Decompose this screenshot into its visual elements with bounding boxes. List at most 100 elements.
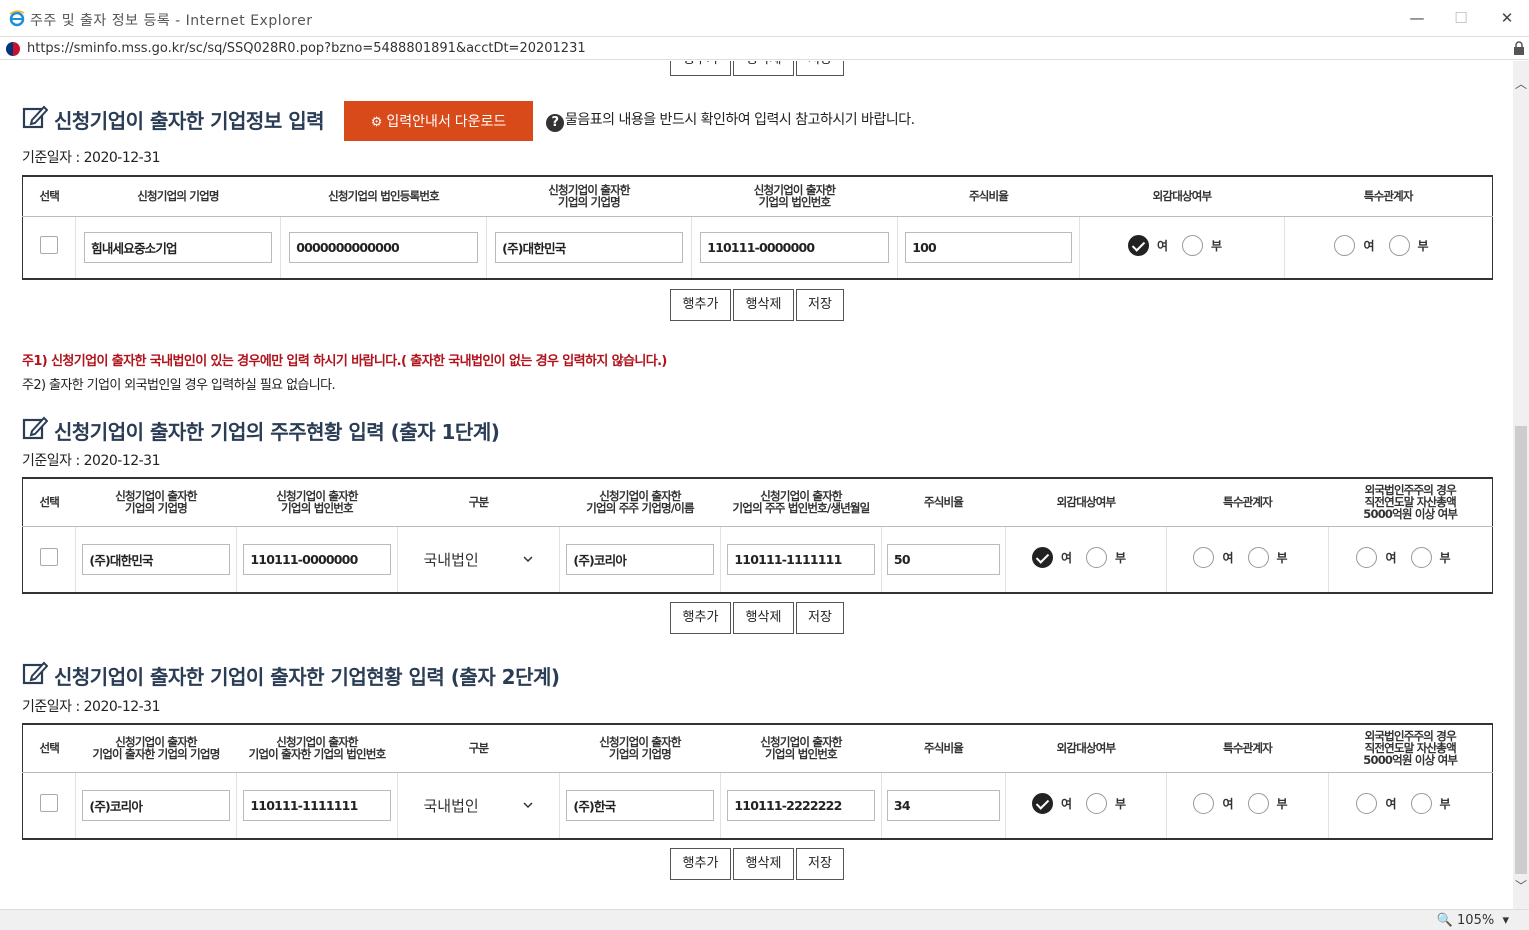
type-select[interactable]: 국내법인 [424,795,534,816]
section3-title: 신청기업이 출자한 기업이 출자한 기업현황 입력 (출자 2단계) [54,665,560,689]
column-header: 구분 [397,724,560,773]
minimize-button[interactable]: — [1402,6,1432,30]
url-text[interactable]: https://sminfo.mss.go.kr/sc/sq/SSQ028R0.… [27,41,586,56]
save-button[interactable]: 저장 [796,848,844,880]
address-bar[interactable]: https://sminfo.mss.go.kr/sc/sq/SSQ028R0.… [0,36,1529,60]
column-header: 신청기업이 출자한 기업의 기업명 [75,478,237,527]
add-row-button[interactable]: 행추가 [670,602,731,634]
row-select-checkbox[interactable] [40,794,58,813]
add-row-button[interactable]: 행추가 [670,289,731,321]
save-button[interactable]: 저장 [796,61,844,76]
column-header: 외감대상여부 [1079,176,1285,217]
lock-icon[interactable] [1513,41,1525,55]
delete-row-button[interactable]: 행삭제 [733,848,794,880]
radio-label-yes: 여 [1363,238,1375,253]
related-no-radio[interactable] [1247,792,1269,814]
table-row: 국내법인 여 부 여 부 여 부 [22,526,1493,593]
delete-row-button[interactable]: 행삭제 [733,61,794,76]
company-name-input[interactable] [82,789,230,821]
add-row-button[interactable]: 행추가 [670,848,731,880]
radio-label-no: 부 [1115,796,1127,811]
company-name-input[interactable] [84,231,272,263]
type-select[interactable]: 국내법인 [424,549,534,570]
related-party-radio-group: 여 부 [1193,546,1301,568]
corp-number-input[interactable] [243,789,391,821]
foreign-yes-radio[interactable] [1356,546,1378,568]
invested-corp-number-input[interactable] [700,231,889,263]
type-select-value: 국내법인 [423,796,479,815]
invested-company-input[interactable] [495,231,683,263]
close-button[interactable]: ✕ [1492,6,1522,30]
share-ratio-input[interactable] [886,789,1001,821]
delete-row-button[interactable]: 행삭제 [733,602,794,634]
related-yes-radio[interactable] [1334,234,1356,256]
section1-table: 선택 신청기업의 기업명 신청기업의 법인등록번호 신청기업이 출자한 기업의 기업명 신… [22,175,1493,280]
window-titlebar: 주주 및 출자 정보 등록 - Internet Explorer — ☐ ✕ [0,0,1529,36]
audit-no-radio[interactable] [1182,234,1203,256]
column-header: 신청기업이 출자한 기업이 출자한 기업의 법인번호 [236,724,398,773]
window-title: 주주 및 출자 정보 등록 - Internet Explorer [30,13,313,29]
section3-base-date: 기준일자 : 2020-12-31 [22,699,161,715]
scroll-up-icon[interactable]: ︿ [1513,75,1529,93]
radio-label-no: 부 [1439,550,1451,565]
invested-company-input[interactable] [566,789,714,821]
scroll-down-icon[interactable]: ﹀ [1513,877,1529,895]
zoom-control[interactable]: 🔍 105% ▾ [1437,913,1509,928]
section2-table: 선택 신청기업이 출자한 기업의 기업명 신청기업이 출자한 기업의 법인번호 구분 신청기… [22,477,1493,594]
share-ratio-input[interactable] [886,543,1001,575]
column-header: 주식비율 [897,176,1080,217]
delete-row-button[interactable]: 행삭제 [733,289,794,321]
vertical-scrollbar[interactable]: ︿ ﹀ [1513,61,1529,909]
related-party-radio-group: 여 부 [1334,234,1442,256]
related-yes-radio[interactable] [1193,792,1215,814]
foreign-yes-radio[interactable] [1356,792,1378,814]
page-viewport: 행추가 행삭제 저장 신청기업이 출자한 기업정보 입력 ⚙입력안내서 다운로드… [0,61,1513,909]
row-select-checkbox[interactable] [40,236,58,255]
audit-no-radio[interactable] [1086,546,1107,568]
company-name-input[interactable] [82,543,230,575]
add-row-button[interactable]: 행추가 [670,61,731,76]
column-header: 신청기업의 법인등록번호 [280,176,487,217]
related-no-radio[interactable] [1247,546,1269,568]
question-icon[interactable]: ? [546,114,564,132]
section1-header-row: 선택 신청기업의 기업명 신청기업의 법인등록번호 신청기업이 출자한 기업의 기업명 신… [22,176,1493,217]
foreign-no-radio[interactable] [1410,546,1432,568]
related-yes-radio[interactable] [1193,546,1215,568]
invested-corp-number-input[interactable] [727,789,875,821]
column-header: 외국법인주주의 경우 직전연도말 자산총액 5000억원 이상 여부 [1328,724,1493,773]
related-no-radio[interactable] [1388,234,1410,256]
maximize-button[interactable]: ☐ [1446,6,1476,30]
audit-no-radio[interactable] [1086,792,1107,814]
site-favicon-icon [6,42,20,56]
column-header: 신청기업이 출자한 기업의 주주 기업명/이름 [559,478,721,527]
download-guide-button[interactable]: ⚙ 입력안내서 다운로드 [344,101,533,141]
corp-number-input[interactable] [243,543,391,575]
foreign-asset-radio-group: 여 부 [1356,546,1464,568]
save-button[interactable]: 저장 [796,289,844,321]
column-header: 외감대상여부 [1005,724,1167,773]
audit-yes-radio[interactable] [1127,234,1149,256]
audit-yes-radio[interactable] [1031,546,1053,568]
foreign-no-radio[interactable] [1410,792,1432,814]
radio-label-yes: 여 [1222,550,1234,565]
radio-label-yes: 여 [1060,796,1072,811]
column-header: 신청기업이 출자한 기업의 기업명 [486,176,692,217]
save-button[interactable]: 저장 [796,602,844,634]
share-ratio-input[interactable] [905,231,1072,263]
table-row: 국내법인 여 부 여 부 여 부 [22,772,1493,839]
audit-yes-radio[interactable] [1031,792,1053,814]
shareholder-name-input[interactable] [566,543,714,575]
shareholder-number-input[interactable] [727,543,875,575]
row-select-checkbox[interactable] [40,548,58,567]
section2-row-buttons: 행추가 행삭제 저장 [670,602,844,634]
edit-icon [22,416,48,440]
edit-icon [22,661,48,685]
audit-target-radio-group: 여 부 [1127,234,1236,256]
column-header: 신청기업이 출자한 기업의 기업명 [559,724,721,773]
column-header: 선택 [22,724,76,773]
gear-icon: ⚙ [370,114,383,129]
section3-table: 선택 신청기업이 출자한 기업이 출자한 기업의 기업명 신청기업이 출자한 기업이 출… [22,723,1493,840]
scrollbar-thumb[interactable] [1515,426,1527,874]
registration-number-input[interactable] [289,231,478,263]
note-2: 주2) 출자한 기업이 외국법인일 경우 입력하실 필요 없습니다. [22,378,336,393]
